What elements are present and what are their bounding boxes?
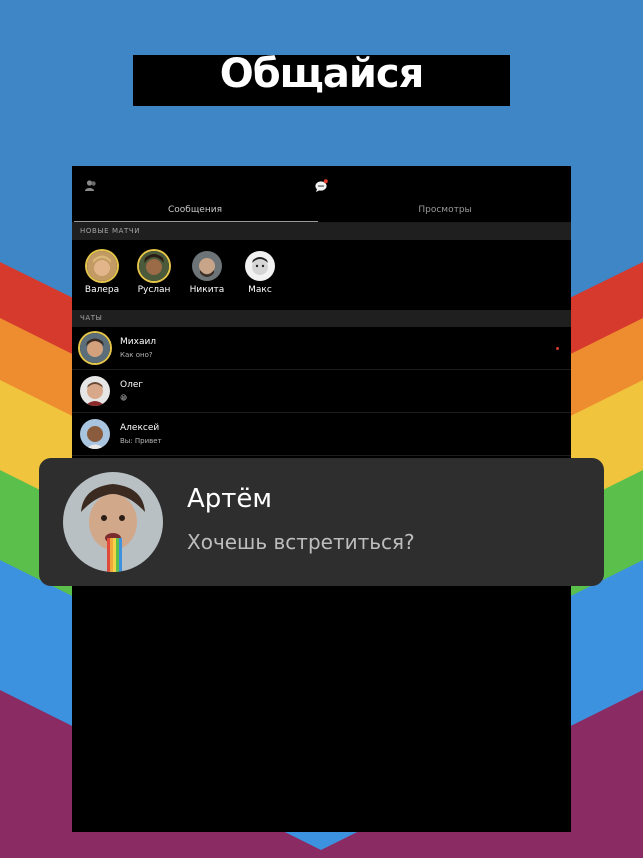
chat-row[interactable]: Олег 😁 <box>72 370 571 413</box>
chat-name: Алексей <box>120 423 160 433</box>
chat-row[interactable]: Алексей Вы: Привет <box>72 413 571 456</box>
match-item[interactable]: Макс <box>235 251 285 295</box>
message-notification[interactable]: Артём Хочешь встретиться? <box>39 458 604 586</box>
matches-row: Валера Руслан Никита Макс <box>72 240 571 310</box>
match-name: Макс <box>248 285 272 295</box>
avatar <box>80 419 110 449</box>
notification-body: Хочешь встретиться? <box>187 530 415 554</box>
match-name: Руслан <box>137 285 171 295</box>
avatar <box>192 251 222 281</box>
tab-messages[interactable]: Сообщения <box>72 205 318 215</box>
avatar <box>80 376 110 406</box>
chat-bubble-icon[interactable] <box>314 179 328 193</box>
section-chats: ЧАТЫ <box>72 310 571 327</box>
chat-last-message: 😁 <box>120 394 128 402</box>
avatar <box>139 251 169 281</box>
match-item[interactable]: Валера <box>77 251 127 295</box>
chat-name: Михаил <box>120 337 157 347</box>
avatar <box>245 251 275 281</box>
unread-indicator <box>556 347 559 350</box>
match-item[interactable]: Руслан <box>129 251 179 295</box>
chat-row[interactable]: Михаил Как оно? <box>72 327 571 370</box>
chat-name: Олег <box>120 380 144 390</box>
headline-text: Общайся <box>219 50 425 97</box>
match-name: Никита <box>189 285 225 295</box>
match-item[interactable]: Никита <box>182 251 232 295</box>
notification-title: Артём <box>187 484 273 514</box>
avatar <box>80 333 110 363</box>
chat-last-message: Вы: Привет <box>120 437 162 445</box>
chat-last-message: Как оно? <box>120 351 153 359</box>
match-name: Валера <box>84 285 120 295</box>
active-tab-indicator <box>74 221 318 222</box>
avatar <box>87 251 117 281</box>
tab-views[interactable]: Просмотры <box>322 205 568 215</box>
users-icon[interactable] <box>84 179 98 193</box>
top-tab-bar: Сообщения Просмотры <box>72 166 571 223</box>
headline-banner: Общайся <box>133 51 510 106</box>
avatar <box>63 472 163 572</box>
section-new-matches: НОВЫЕ МАТЧИ <box>72 223 571 240</box>
